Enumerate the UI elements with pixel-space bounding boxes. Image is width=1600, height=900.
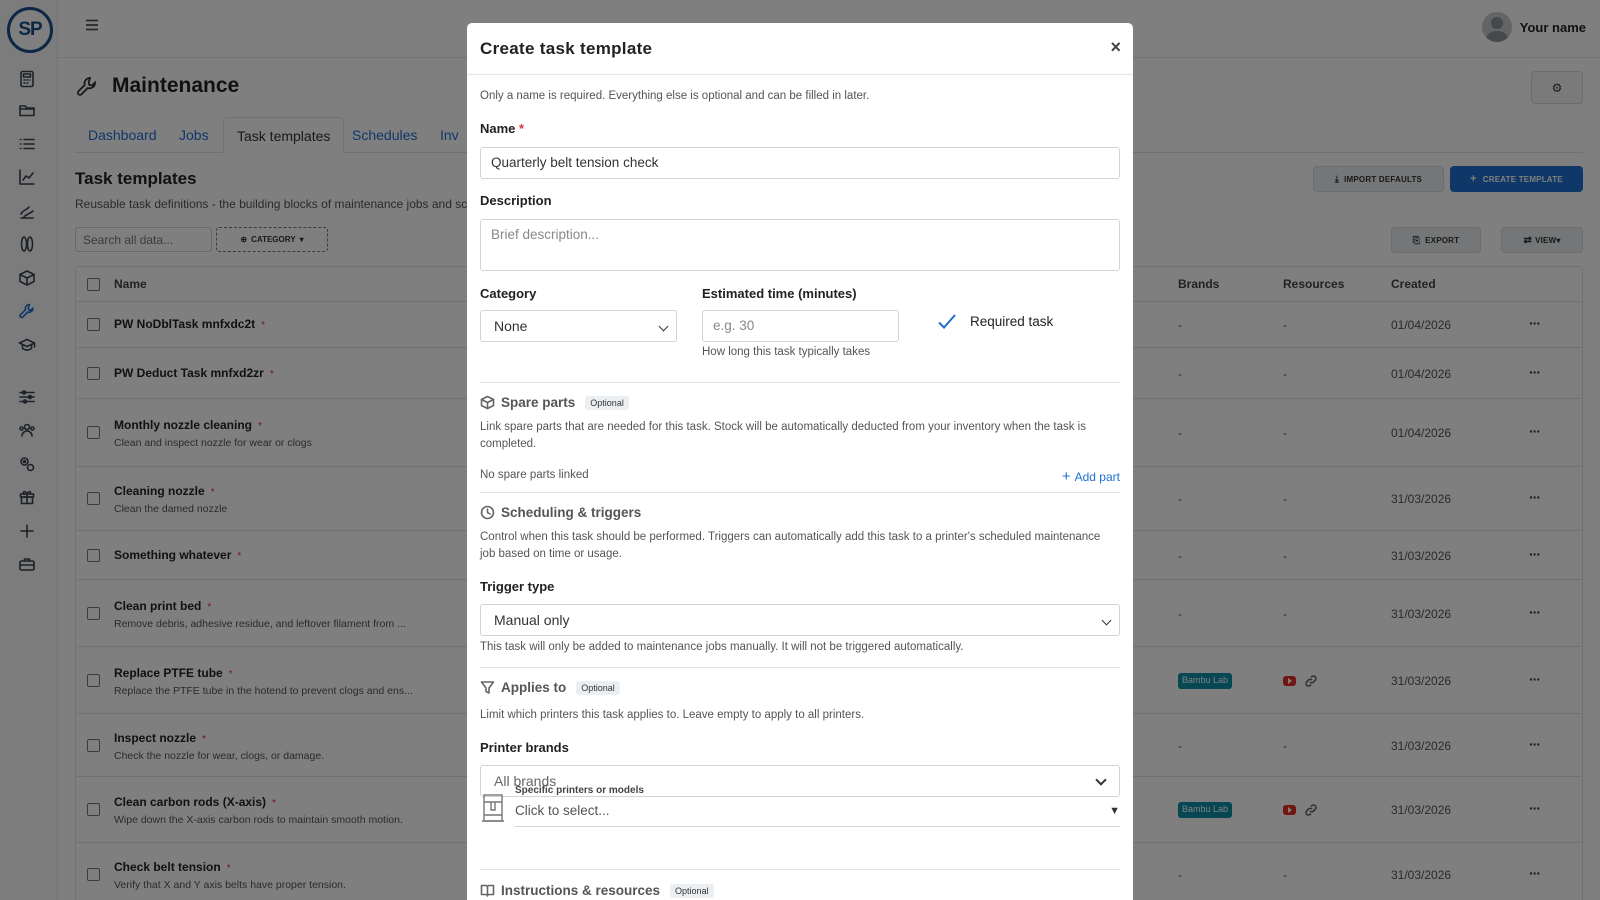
book-icon: [480, 884, 495, 897]
scheduling-heading: Scheduling & triggers: [480, 505, 641, 520]
add-part-label: Add part: [1074, 470, 1120, 484]
divider: [480, 869, 1120, 870]
category-label: Category: [480, 286, 537, 301]
specific-printers-label: Specific printers or models: [515, 785, 644, 796]
add-part-button[interactable]: + Add part: [1062, 468, 1120, 485]
modal-header-divider: [467, 74, 1133, 75]
required-star: *: [519, 121, 525, 136]
spare-parts-description: Link spare parts that are needed for thi…: [480, 421, 1086, 450]
close-icon[interactable]: ×: [1110, 37, 1121, 58]
required-task-label[interactable]: Required task: [970, 314, 1053, 329]
chevron-down-icon: [1095, 774, 1107, 786]
scheduling-title: Scheduling & triggers: [501, 505, 642, 520]
modal-intro: Only a name is required. Everything else…: [480, 90, 870, 102]
name-input[interactable]: Quarterly belt tension check: [480, 147, 1120, 179]
box-icon: [480, 395, 495, 410]
divider: [480, 667, 1120, 668]
spare-parts-title: Spare parts: [501, 395, 576, 410]
specific-printers-placeholder: Click to select...: [515, 803, 610, 818]
applies-to-heading: Applies to Optional: [480, 680, 620, 695]
category-select[interactable]: None: [480, 310, 677, 342]
printer-icon: [480, 793, 506, 823]
filter-icon: [480, 681, 495, 694]
applies-to-title: Applies to: [501, 680, 567, 695]
spare-parts-heading: Spare parts Optional: [480, 395, 629, 410]
trigger-type-help: This task will only be added to maintena…: [480, 641, 964, 653]
instructions-title: Instructions & resources: [501, 883, 661, 898]
divider: [480, 492, 1120, 493]
scheduling-description: Control when this task should be perform…: [480, 531, 1101, 560]
instructions-heading: Instructions & resources Optional: [480, 883, 714, 898]
estimated-time-label: Estimated time (minutes): [702, 286, 857, 301]
modal-title: Create task template: [480, 39, 653, 58]
estimated-time-input[interactable]: e.g. 30: [702, 310, 899, 342]
caret-down-icon: ▼: [1109, 805, 1120, 817]
trigger-type-select[interactable]: Manual only: [480, 604, 1120, 636]
applies-to-description: Limit which printers this task applies t…: [480, 709, 865, 721]
description-label: Description: [480, 193, 552, 208]
description-textarea[interactable]: Brief description...: [480, 219, 1120, 271]
category-value: None: [494, 318, 528, 334]
name-label-text: Name: [480, 121, 516, 136]
trigger-type-value: Manual only: [494, 612, 570, 628]
optional-badge: Optional: [576, 680, 620, 695]
specific-printers-select[interactable]: Click to select... ▼: [515, 801, 1120, 827]
plus-icon: +: [1061, 468, 1071, 485]
optional-badge: Optional: [585, 395, 629, 410]
no-spare-parts-text: No spare parts linked: [480, 469, 589, 481]
printer-brands-label: Printer brands: [480, 740, 569, 755]
checkmark-icon[interactable]: [937, 312, 957, 332]
divider: [480, 382, 1120, 383]
estimated-time-help: How long this task typically takes: [702, 346, 871, 358]
chevron-down-icon: [658, 321, 669, 332]
create-task-template-modal: Create task template × Only a name is re…: [467, 23, 1133, 900]
chevron-down-icon: [1101, 615, 1112, 626]
trigger-type-label: Trigger type: [480, 579, 555, 594]
clock-icon: [480, 505, 495, 520]
name-label: Name *: [480, 121, 524, 136]
optional-badge: Optional: [670, 883, 714, 898]
